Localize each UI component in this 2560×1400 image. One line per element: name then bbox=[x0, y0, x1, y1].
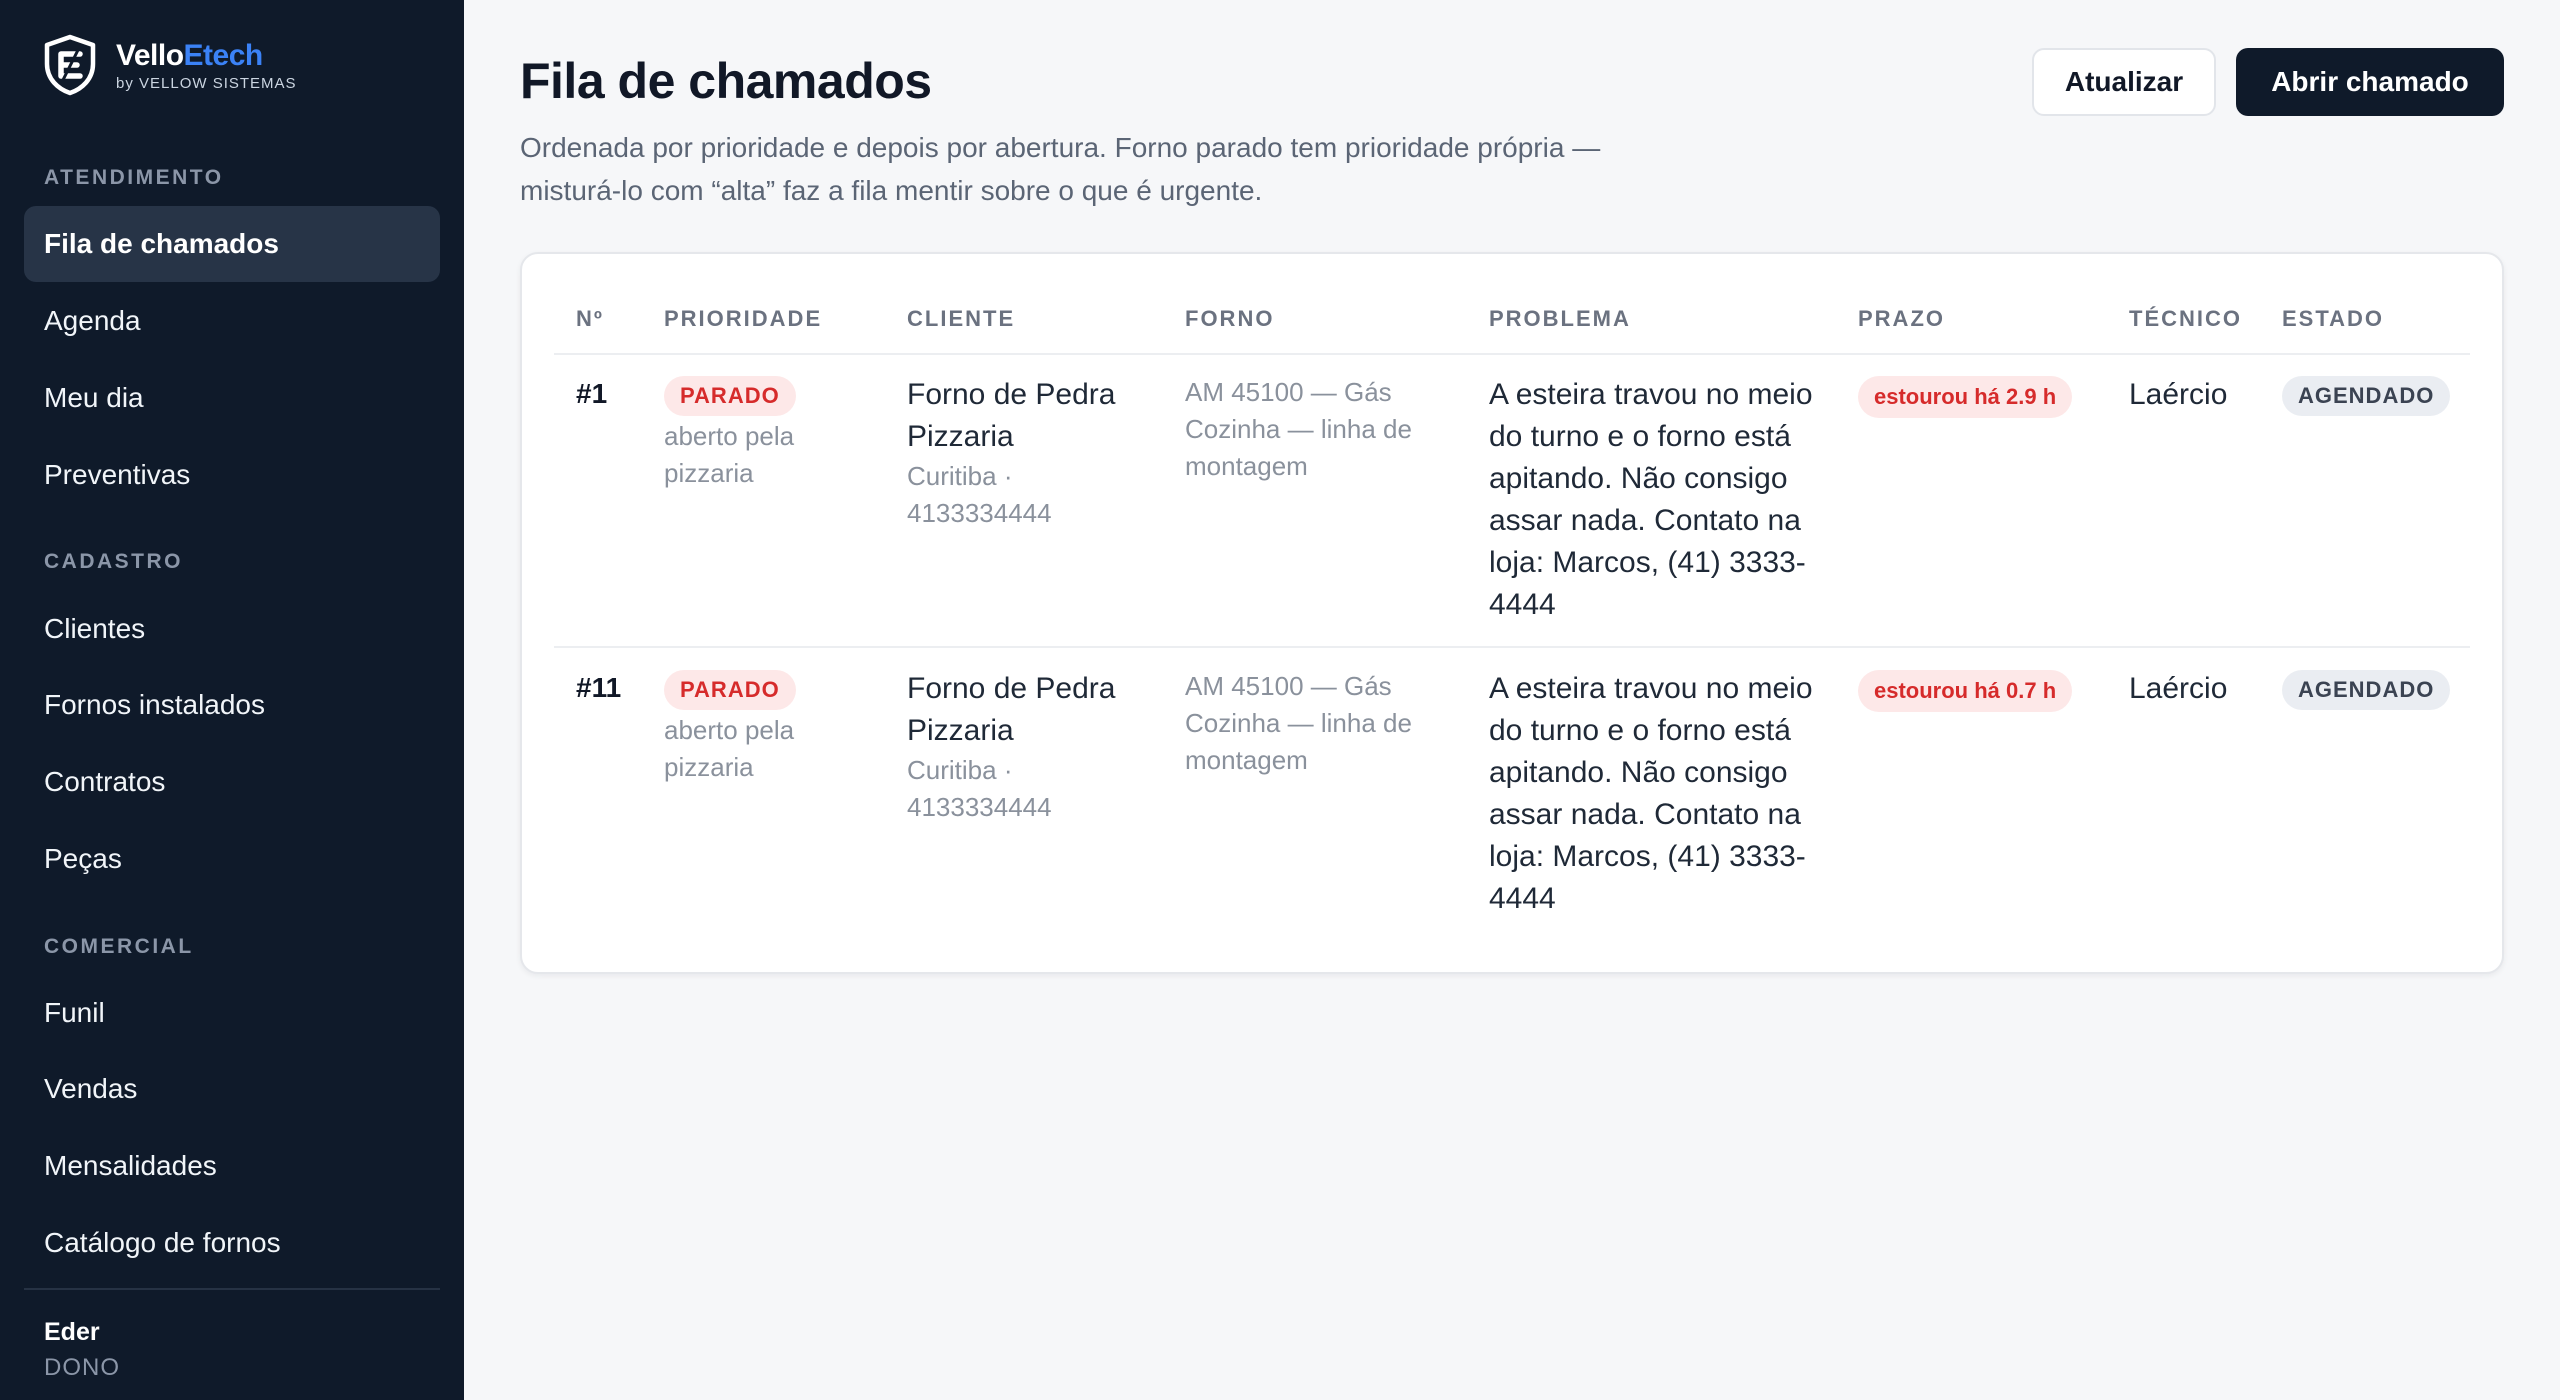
problem-text: A esteira travou no meio do turno e o fo… bbox=[1489, 378, 1813, 621]
sidebar-divider bbox=[24, 1288, 440, 1290]
column-header-client: CLIENTE bbox=[907, 306, 1016, 331]
deadline-cell: estourou há 2.9 h bbox=[1858, 376, 2073, 418]
column-header-priority: PRIORIDADE bbox=[664, 306, 823, 331]
sidebar-item-contratos[interactable]: Contratos bbox=[24, 744, 440, 820]
nav-section-atendimento: ATENDIMENTO bbox=[44, 166, 224, 189]
column-header-problem: PROBLEMA bbox=[1489, 306, 1631, 331]
deadline-badge: estourou há 2.9 h bbox=[1858, 376, 2073, 418]
client-cell: Forno de Pedra Pizzaria Curitiba · 41333… bbox=[907, 668, 1157, 826]
sidebar-item-fornos-instalados[interactable]: Fornos instalados bbox=[24, 667, 440, 743]
tickets-table: Nº PRIORIDADE CLIENTE FORNO PROBLEMA PRA… bbox=[520, 252, 2504, 974]
priority-cell: PARADO aberto pela pizzaria bbox=[664, 670, 864, 786]
oven-info: AM 45100 — Gás Cozinha — linha de montag… bbox=[1185, 377, 1412, 481]
client-info: Curitiba · 4133334444 bbox=[907, 755, 1052, 822]
priority-note: aberto pela pizzaria bbox=[664, 715, 795, 782]
column-header-status: ESTADO bbox=[2282, 306, 2385, 331]
status-cell: AGENDADO bbox=[2282, 670, 2451, 710]
deadline-badge: estourou há 0.7 h bbox=[1858, 670, 2073, 712]
client-cell: Forno de Pedra Pizzaria Curitiba · 41333… bbox=[907, 374, 1157, 532]
priority-note: aberto pela pizzaria bbox=[664, 421, 795, 488]
nav-section-cadastro: CADASTRO bbox=[44, 550, 183, 573]
user-role: DONO bbox=[44, 1354, 120, 1381]
nav-section-comercial: COMERCIAL bbox=[44, 935, 194, 958]
sidebar-item-meu-dia[interactable]: Meu dia bbox=[24, 360, 440, 436]
shield-logo-icon bbox=[44, 34, 96, 96]
column-header-number: Nº bbox=[576, 306, 604, 331]
technician-name: Laércio bbox=[2129, 378, 2228, 411]
sidebar-item-catalogo-de-fornos[interactable]: Catálogo de fornos bbox=[24, 1205, 440, 1281]
status-badge: AGENDADO bbox=[2282, 376, 2451, 416]
row-divider bbox=[554, 646, 2470, 648]
status-cell: AGENDADO bbox=[2282, 376, 2451, 416]
brand-name: VelloEtech bbox=[116, 39, 297, 73]
refresh-button[interactable]: Atualizar bbox=[2032, 48, 2216, 116]
column-header-oven: FORNO bbox=[1185, 306, 1275, 331]
client-name[interactable]: Forno de Pedra Pizzaria bbox=[907, 668, 1157, 752]
sidebar-item-preventivas[interactable]: Preventivas bbox=[24, 437, 440, 513]
brand-name-part2: Etech bbox=[183, 38, 264, 72]
sidebar-item-mensalidades[interactable]: Mensalidades bbox=[24, 1128, 440, 1204]
open-ticket-button[interactable]: Abrir chamado bbox=[2236, 48, 2504, 116]
ticket-number[interactable]: #11 bbox=[576, 672, 621, 704]
deadline-cell: estourou há 0.7 h bbox=[1858, 670, 2073, 712]
sidebar-item-agenda[interactable]: Agenda bbox=[24, 283, 440, 359]
column-header-technician: TÉCNICO bbox=[2129, 306, 2242, 331]
client-name[interactable]: Forno de Pedra Pizzaria bbox=[907, 374, 1157, 458]
priority-badge: PARADO bbox=[664, 670, 796, 710]
sidebar-item-funil[interactable]: Funil bbox=[24, 975, 440, 1051]
problem-text: A esteira travou no meio do turno e o fo… bbox=[1489, 672, 1813, 915]
client-info: Curitiba · 4133334444 bbox=[907, 461, 1052, 528]
brand[interactable]: VelloEtech by VELLOW SISTEMAS bbox=[42, 34, 297, 96]
sidebar-item-pecas[interactable]: Peças bbox=[24, 821, 440, 897]
priority-badge: PARADO bbox=[664, 376, 796, 416]
technician-name: Laércio bbox=[2129, 672, 2228, 705]
brand-text: VelloEtech by VELLOW SISTEMAS bbox=[116, 39, 297, 92]
priority-cell: PARADO aberto pela pizzaria bbox=[664, 376, 864, 492]
header-divider bbox=[554, 353, 2470, 355]
sidebar-item-vendas[interactable]: Vendas bbox=[24, 1051, 440, 1127]
brand-name-part1: Vello bbox=[116, 38, 184, 72]
sidebar-item-clientes[interactable]: Clientes bbox=[24, 591, 440, 667]
oven-info: AM 45100 — Gás Cozinha — linha de montag… bbox=[1185, 671, 1412, 775]
status-badge: AGENDADO bbox=[2282, 670, 2451, 710]
ticket-number[interactable]: #1 bbox=[576, 378, 607, 410]
brand-byline: by VELLOW SISTEMAS bbox=[116, 74, 297, 92]
page-subtitle: Ordenada por prioridade e depois por abe… bbox=[520, 132, 1601, 206]
user-name[interactable]: Eder bbox=[44, 1318, 100, 1347]
sidebar: VelloEtech by VELLOW SISTEMAS ATENDIMENT… bbox=[0, 0, 464, 1400]
sidebar-item-fila-de-chamados[interactable]: Fila de chamados bbox=[24, 206, 440, 282]
page-title: Fila de chamados bbox=[520, 53, 932, 109]
column-header-deadline: PRAZO bbox=[1858, 306, 1945, 331]
